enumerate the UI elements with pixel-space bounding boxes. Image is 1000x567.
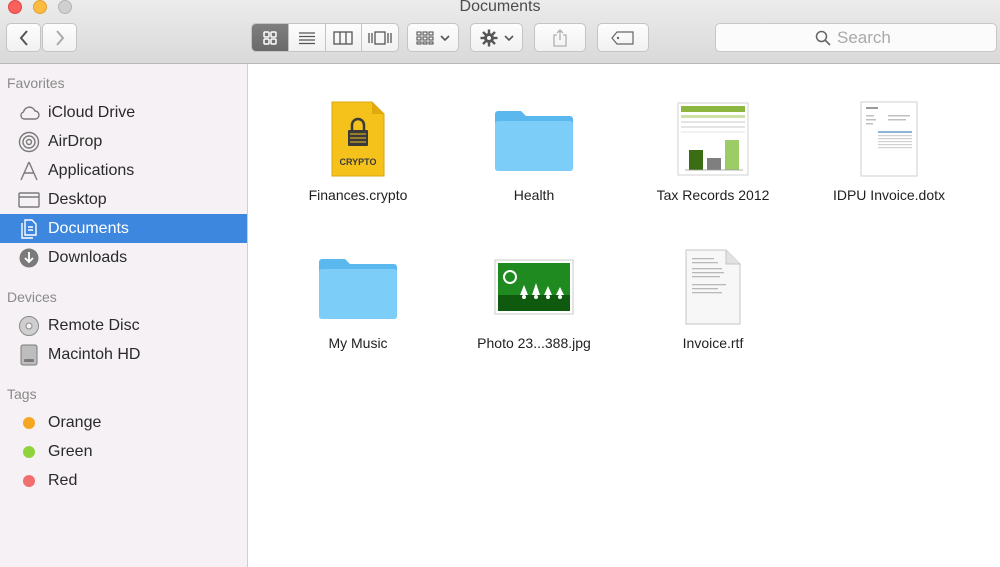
sidebar-item-tag-green[interactable]: Green [0,437,247,466]
sidebar-item-tag-red[interactable]: Red [0,466,247,495]
file-name: Invoice.rtf [682,335,744,351]
favorites-header: Favorites [7,75,65,91]
arrange-button[interactable] [407,23,459,52]
sidebar-item-macintosh-hd[interactable]: Macintoh HD [0,340,247,369]
cloud-icon [18,102,40,124]
sidebar-item-label: Green [48,442,93,460]
file-item-photo-jpg[interactable]: Photo 23...388.jpg [449,245,619,351]
sidebar-item-label: AirDrop [48,132,103,150]
crypto-badge: CRYPTO [339,157,376,167]
chevron-down-icon [503,34,514,41]
sidebar-item-airdrop[interactable]: AirDrop [0,127,247,156]
tag-icon [611,30,634,45]
airdrop-icon [18,131,40,153]
sidebar-item-label: Remote Disc [48,316,140,334]
orange-tag-dot-icon [23,416,35,429]
sidebar-item-applications[interactable]: Applications [0,156,247,185]
sidebar: Favorites iCloud Drive AirDrop Applicati… [0,64,248,567]
arrange-grid-icon [416,30,434,45]
file-browser: CRYPTO Finances.crypto Health Tax Record… [249,65,1000,567]
sidebar-item-label: Downloads [48,248,128,266]
sidebar-item-label: Applications [48,161,135,179]
file-item-my-music[interactable]: My Music [273,245,443,351]
share-button[interactable] [534,23,586,52]
forward-button[interactable] [42,23,77,52]
back-button[interactable] [6,23,41,52]
window-title: Documents [459,0,541,15]
gear-icon [480,29,497,46]
cover-flow-view-button[interactable] [362,24,398,51]
cover-flow-icon [368,30,392,45]
crypto-file-icon: CRYPTO [308,97,408,181]
file-item-tax-records-2012[interactable]: Tax Records 2012 [628,97,798,203]
sidebar-item-documents[interactable]: Documents [0,214,247,243]
list-icon [298,31,315,44]
list-view-button[interactable] [289,24,326,51]
spreadsheet-thumbnail-icon [663,97,763,181]
edit-tags-button[interactable] [597,23,649,52]
search-icon [815,30,831,46]
sidebar-item-icloud-drive[interactable]: iCloud Drive [0,98,247,127]
tags-header: Tags [7,386,37,402]
downloads-icon [18,247,40,269]
sidebar-item-desktop[interactable]: Desktop [0,185,247,214]
desktop-icon [18,189,40,211]
share-icon [553,28,567,47]
green-tag-dot-icon [23,445,35,458]
folder-icon [308,245,408,329]
red-tag-dot-icon [23,474,35,487]
search-input[interactable] [837,27,897,48]
columns-icon [333,30,354,45]
sidebar-item-label: iCloud Drive [48,103,136,121]
action-button[interactable] [470,23,523,52]
file-name: Finances.crypto [308,187,408,203]
disc-icon [18,315,40,337]
search-field[interactable] [715,23,997,52]
sidebar-item-label: Documents [48,219,129,237]
sidebar-item-label: Red [48,471,78,489]
document-thumbnail-icon [839,97,939,181]
view-mode-control [251,23,399,52]
sidebar-item-label: Macintoh HD [48,345,141,363]
column-view-button[interactable] [326,24,363,51]
hard-drive-icon [18,344,40,366]
toolbar: Documents [0,0,1000,64]
sidebar-item-remote-disc[interactable]: Remote Disc [0,311,247,340]
rtf-document-icon [663,245,763,329]
sidebar-item-label: Orange [48,413,102,431]
folder-icon [484,97,584,181]
chevron-right-icon [55,29,64,46]
file-name: Photo 23...388.jpg [477,335,591,351]
chevron-left-icon [19,29,28,46]
image-thumbnail-icon [484,245,584,329]
file-item-health[interactable]: Health [449,97,619,203]
grid-icon [263,30,277,45]
file-item-idpu-invoice[interactable]: IDPU Invoice.dotx [804,97,974,203]
devices-header: Devices [7,289,57,305]
file-item-finances-crypto[interactable]: CRYPTO Finances.crypto [273,97,443,203]
file-name: Tax Records 2012 [656,187,770,203]
sidebar-item-tag-orange[interactable]: Orange [0,408,247,437]
sidebar-item-downloads[interactable]: Downloads [0,243,247,272]
icon-view-button[interactable] [252,24,289,51]
file-name: IDPU Invoice.dotx [832,187,946,203]
applications-icon [18,160,40,182]
sidebar-item-label: Desktop [48,190,107,208]
documents-icon [18,218,40,240]
file-item-invoice-rtf[interactable]: Invoice.rtf [628,245,798,351]
file-name: My Music [328,335,388,351]
chevron-down-icon [440,34,450,41]
file-name: Health [513,187,555,203]
